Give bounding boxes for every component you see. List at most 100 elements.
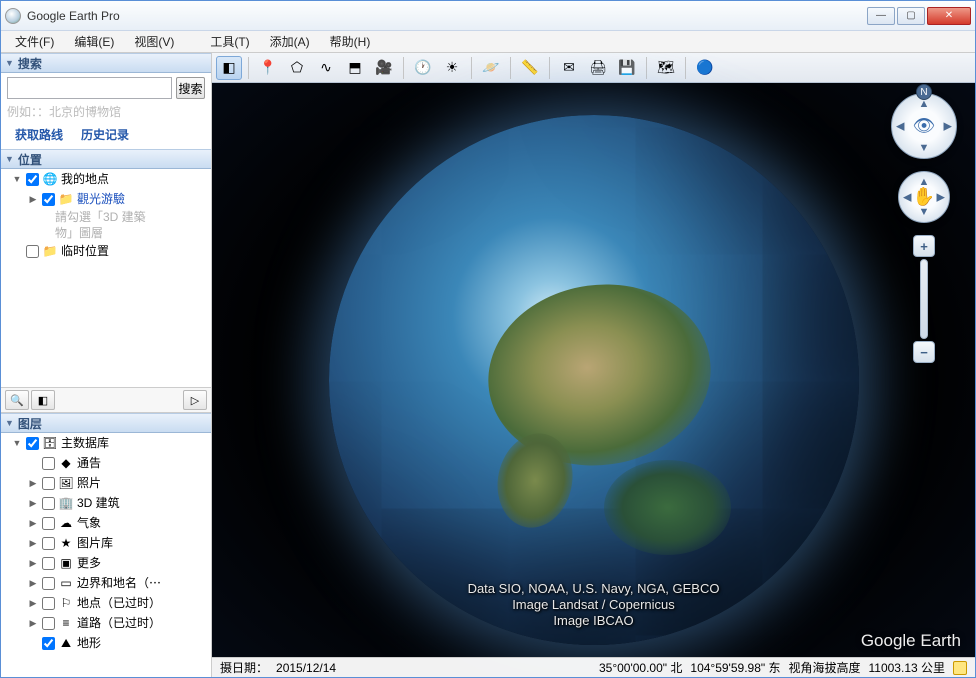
split-button[interactable]: ◧ bbox=[31, 390, 55, 410]
sidebar-toggle-button[interactable]: ◧ bbox=[216, 56, 242, 80]
look-left[interactable]: ◀ bbox=[896, 120, 904, 133]
roads-icon: ≡ bbox=[58, 616, 74, 630]
layer-item[interactable]: ▶⚐地点（已过时） bbox=[1, 593, 211, 613]
layer-item[interactable]: ▶☁气象 bbox=[1, 513, 211, 533]
print-button[interactable]: 🖨 bbox=[585, 56, 611, 80]
tree-tour[interactable]: ▶📁觀光游驗 bbox=[1, 189, 211, 209]
guide-icon[interactable] bbox=[953, 661, 967, 675]
ruler-button[interactable]: 📏 bbox=[517, 56, 543, 80]
tree-my-places[interactable]: ▼🌐我的地点 bbox=[1, 169, 211, 189]
tour-hint-2: 物」圖層 bbox=[1, 225, 211, 241]
status-lon: 104°59'59.98" 东 bbox=[690, 659, 780, 676]
layer-item[interactable]: ▶★图片库 bbox=[1, 533, 211, 553]
gallery-icon: ★ bbox=[58, 536, 74, 550]
building-icon: 🏢 bbox=[58, 496, 74, 510]
status-alt: 11003.13 公里 bbox=[869, 659, 946, 676]
status-lat: 35°00'00.00" 北 bbox=[599, 659, 682, 676]
folder-icon: 📁 bbox=[42, 244, 58, 258]
email-button[interactable]: ✉ bbox=[556, 56, 582, 80]
layers-panel-header[interactable]: ▼图层 bbox=[1, 413, 211, 433]
look-down[interactable]: ▼ bbox=[919, 142, 930, 154]
planet-button[interactable]: 🪐 bbox=[478, 56, 504, 80]
sphere-button[interactable]: 🔵 bbox=[692, 56, 718, 80]
tour-button[interactable]: 🎥 bbox=[371, 56, 397, 80]
minimize-button[interactable]: — bbox=[867, 7, 895, 25]
terrain-icon: ⛰ bbox=[58, 636, 74, 650]
overlay-button[interactable]: ⬒ bbox=[342, 56, 368, 80]
search-hint: 例如：：北京的博物馆 bbox=[7, 103, 205, 120]
menu-file[interactable]: 文件(F) bbox=[5, 31, 64, 52]
zoom-slider[interactable] bbox=[920, 259, 928, 339]
menu-tools[interactable]: 工具(T) bbox=[200, 31, 259, 52]
borders-icon: ▭ bbox=[58, 576, 74, 590]
photo-icon: 🖼 bbox=[58, 476, 74, 490]
eye-icon: 👁 bbox=[913, 116, 936, 137]
tree-primary-db[interactable]: ▼🗄主数据库 bbox=[1, 433, 211, 453]
tree-temp-places[interactable]: 📁临时位置 bbox=[1, 241, 211, 261]
search-panel-title: 搜索 bbox=[18, 55, 42, 72]
tour-hint-1: 請勾選「3D 建築 bbox=[1, 209, 211, 225]
window-title: Google Earth Pro bbox=[27, 9, 867, 23]
announce-icon: ◆ bbox=[58, 456, 74, 470]
close-button[interactable]: ✕ bbox=[927, 7, 971, 25]
search-panel-header[interactable]: ▼搜索 bbox=[1, 53, 211, 73]
checkbox-tour[interactable] bbox=[42, 193, 55, 206]
checkbox-my-places[interactable] bbox=[26, 173, 39, 186]
places-toolbar: 🔍 ◧ ▷ bbox=[1, 387, 211, 413]
sunlight-button[interactable]: ☀ bbox=[439, 56, 465, 80]
layer-item[interactable]: ◆通告 bbox=[1, 453, 211, 473]
attribution: Data SIO, NOAA, U.S. Navy, NGA, GEBCO Im… bbox=[468, 581, 720, 629]
maps-button[interactable]: 🗺 bbox=[653, 56, 679, 80]
database-icon: 🗄 bbox=[42, 436, 58, 450]
history-button[interactable]: 🕐 bbox=[410, 56, 436, 80]
polygon-button[interactable]: ⬠ bbox=[284, 56, 310, 80]
maximize-button[interactable]: ▢ bbox=[897, 7, 925, 25]
places-icon: ⚐ bbox=[58, 596, 74, 610]
search-button[interactable]: 搜索 bbox=[176, 77, 205, 99]
checkbox-temp[interactable] bbox=[26, 245, 39, 258]
menu-view[interactable]: 视图(V) bbox=[124, 31, 184, 52]
zoom-in-button[interactable]: + bbox=[913, 235, 935, 257]
google-earth-logo: Google Earth bbox=[861, 631, 961, 651]
layer-item[interactable]: ⛰地形 bbox=[1, 633, 211, 653]
earth-icon: 🌐 bbox=[42, 172, 58, 186]
get-directions-link[interactable]: 获取路线 bbox=[15, 126, 63, 143]
search-input[interactable] bbox=[7, 77, 172, 99]
look-up[interactable]: ▲ bbox=[919, 98, 930, 110]
layer-item[interactable]: ▶≡道路（已过时） bbox=[1, 613, 211, 633]
app-icon bbox=[5, 8, 21, 24]
menu-help[interactable]: 帮助(H) bbox=[320, 31, 381, 52]
layer-item[interactable]: ▶🖼照片 bbox=[1, 473, 211, 493]
look-control[interactable]: N 👁 ▲ ▼ ◀ ▶ bbox=[891, 93, 957, 159]
more-icon: ▣ bbox=[58, 556, 74, 570]
zoom-out-button[interactable]: − bbox=[913, 341, 935, 363]
titlebar: Google Earth Pro — ▢ ✕ bbox=[1, 1, 975, 31]
pan-up[interactable]: ▲ bbox=[919, 176, 930, 188]
pan-left[interactable]: ◀ bbox=[903, 191, 911, 204]
weather-icon: ☁ bbox=[58, 516, 74, 530]
menu-add[interactable]: 添加(A) bbox=[260, 31, 320, 52]
pan-control[interactable]: ✋ ▲ ▼ ◀ ▶ bbox=[898, 171, 950, 223]
sidebar: ▼搜索 搜索 例如：：北京的博物馆 获取路线 历史记录 ▼位置 ▼🌐我的地点 ▶… bbox=[1, 53, 212, 677]
status-alt-label: 视角海拔高度 bbox=[788, 659, 860, 676]
places-panel-header[interactable]: ▼位置 bbox=[1, 149, 211, 169]
checkbox-primary-db[interactable] bbox=[26, 437, 39, 450]
placemark-button[interactable]: 📍 bbox=[255, 56, 281, 80]
save-image-button[interactable]: 💾 bbox=[614, 56, 640, 80]
menu-edit[interactable]: 编辑(E) bbox=[64, 31, 124, 52]
layer-item[interactable]: ▶▭边界和地名（⋯ bbox=[1, 573, 211, 593]
play-tour-button[interactable]: ▷ bbox=[183, 390, 207, 410]
history-link[interactable]: 历史记录 bbox=[81, 126, 129, 143]
layer-item[interactable]: ▶🏢3D 建筑 bbox=[1, 493, 211, 513]
look-right[interactable]: ▶ bbox=[944, 120, 952, 133]
main-toolbar: ◧ 📍 ⬠ ∿ ⬒ 🎥 🕐 ☀ 🪐 📏 ✉ 🖨 💾 🗺 bbox=[212, 53, 975, 83]
places-panel-title: 位置 bbox=[18, 151, 42, 168]
pan-right[interactable]: ▶ bbox=[937, 191, 945, 204]
layer-item[interactable]: ▶▣更多 bbox=[1, 553, 211, 573]
hand-icon: ✋ bbox=[913, 187, 935, 208]
path-button[interactable]: ∿ bbox=[313, 56, 339, 80]
find-button[interactable]: 🔍 bbox=[5, 390, 29, 410]
earth-globe[interactable] bbox=[329, 115, 859, 645]
pan-down[interactable]: ▼ bbox=[919, 206, 930, 218]
earth-viewport[interactable]: N 👁 ▲ ▼ ◀ ▶ ✋ ▲ ▼ ◀ ▶ + bbox=[212, 83, 975, 677]
